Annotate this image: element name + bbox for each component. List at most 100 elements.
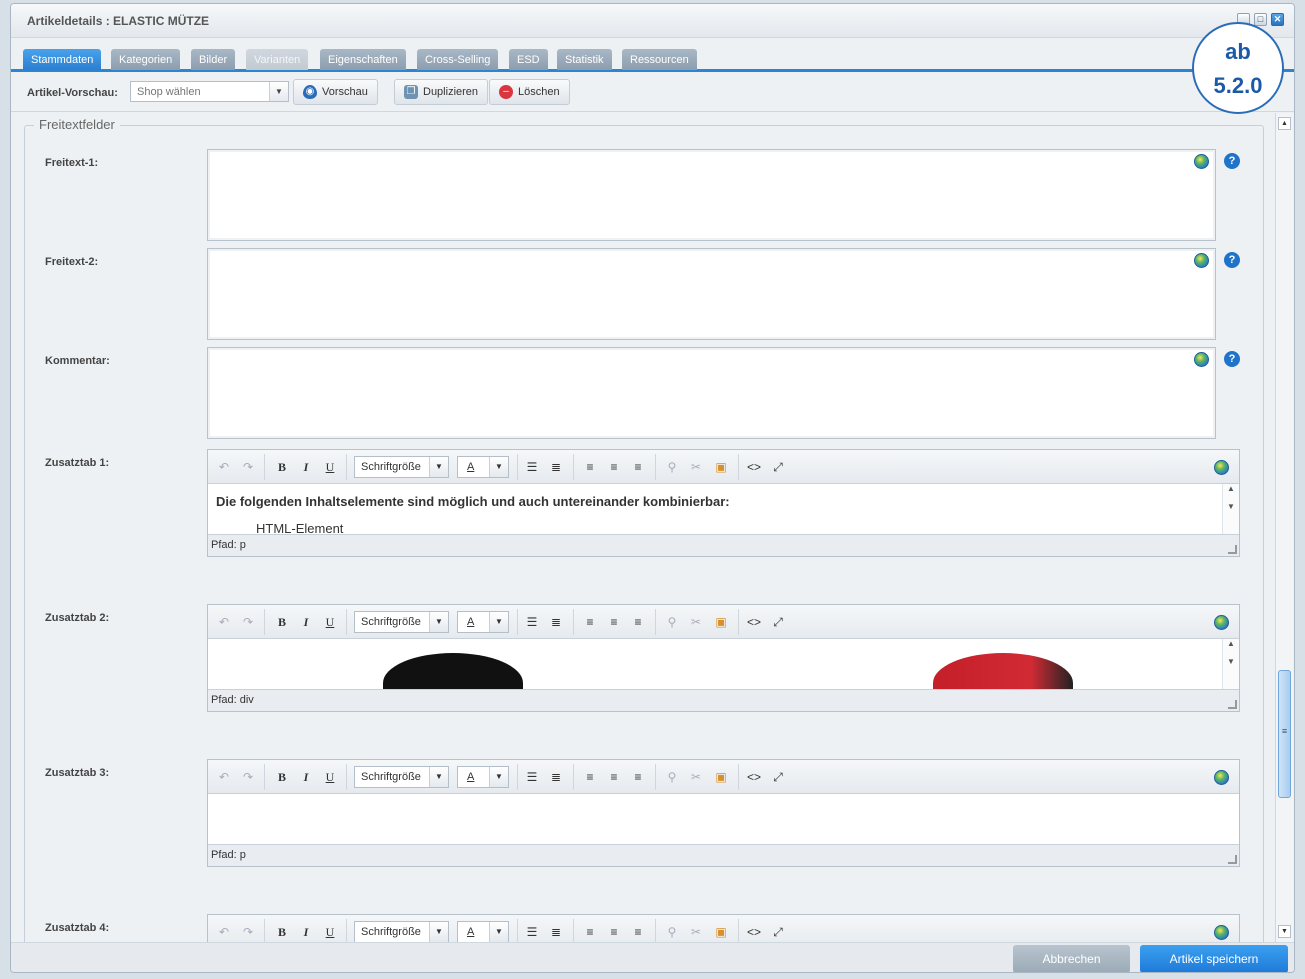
- align-left-icon[interactable]: ≡: [582, 924, 598, 940]
- chevron-down-icon[interactable]: ▼: [429, 457, 448, 477]
- form-scrollbar[interactable]: ▲ ≡ ▼: [1275, 113, 1293, 942]
- fullscreen-icon[interactable]: ⤢: [770, 924, 786, 940]
- underline-button[interactable]: U: [322, 459, 338, 475]
- font-color-select[interactable]: A ▼: [457, 766, 509, 788]
- align-center-icon[interactable]: ≡: [606, 769, 622, 785]
- align-right-icon[interactable]: ≡: [630, 769, 646, 785]
- italic-button[interactable]: I: [298, 924, 314, 940]
- align-left-icon[interactable]: ≡: [582, 459, 598, 475]
- tab-cross-selling[interactable]: Cross-Selling: [417, 49, 499, 70]
- zusatztab-4-editor[interactable]: ↶ ↷ B I U Schriftgröße ▼ A ▼ ☰ ≣ ≡ ≡ ≡ ⚲…: [207, 914, 1240, 942]
- align-left-icon[interactable]: ≡: [582, 769, 598, 785]
- align-right-icon[interactable]: ≡: [630, 924, 646, 940]
- code-icon[interactable]: <>: [746, 769, 762, 785]
- editor-scrollbar[interactable]: ▲ ▼: [1222, 484, 1239, 534]
- redo-icon[interactable]: ↷: [240, 459, 256, 475]
- maximize-button[interactable]: □: [1254, 13, 1267, 26]
- bold-button[interactable]: B: [274, 924, 290, 940]
- numbered-list-icon[interactable]: ≣: [548, 769, 564, 785]
- italic-button[interactable]: I: [298, 459, 314, 475]
- italic-button[interactable]: I: [298, 614, 314, 630]
- tab-stammdaten[interactable]: Stammdaten: [23, 49, 102, 70]
- code-icon[interactable]: <>: [746, 459, 762, 475]
- undo-icon[interactable]: ↶: [216, 924, 232, 940]
- chevron-down-icon[interactable]: ▼: [429, 767, 448, 787]
- delete-button[interactable]: – Löschen: [489, 79, 570, 105]
- link-icon[interactable]: ⚲: [664, 924, 680, 940]
- zusatztab-3-editor[interactable]: ↶ ↷ B I U Schriftgröße ▼ A ▼ ☰ ≣ ≡ ≡ ≡ ⚲…: [207, 759, 1240, 867]
- bold-button[interactable]: B: [274, 459, 290, 475]
- font-color-select[interactable]: A ▼: [457, 611, 509, 633]
- save-article-button[interactable]: Artikel speichern: [1140, 945, 1288, 972]
- chevron-down-icon[interactable]: ▼: [269, 82, 288, 101]
- undo-icon[interactable]: ↶: [216, 614, 232, 630]
- chevron-down-icon[interactable]: ▼: [489, 767, 508, 787]
- font-color-select[interactable]: A ▼: [457, 921, 509, 942]
- editor-scrollbar[interactable]: ▲ ▼: [1222, 639, 1239, 689]
- undo-icon[interactable]: ↶: [216, 769, 232, 785]
- resize-handle[interactable]: [1228, 545, 1237, 554]
- fullscreen-icon[interactable]: ⤢: [770, 769, 786, 785]
- redo-icon[interactable]: ↷: [240, 924, 256, 940]
- numbered-list-icon[interactable]: ≣: [548, 459, 564, 475]
- globe-icon[interactable]: [1194, 154, 1209, 169]
- chevron-down-icon[interactable]: ▼: [429, 612, 448, 632]
- font-size-select[interactable]: Schriftgröße ▼: [354, 456, 449, 478]
- align-left-icon[interactable]: ≡: [582, 614, 598, 630]
- link-icon[interactable]: ⚲: [664, 614, 680, 630]
- font-size-select[interactable]: Schriftgröße ▼: [354, 921, 449, 942]
- form-content[interactable]: Freitextfelder Freitext-1: ? Freitext-2:…: [11, 113, 1275, 942]
- help-icon[interactable]: ?: [1224, 153, 1240, 169]
- scroll-down-icon[interactable]: ▼: [1278, 925, 1291, 938]
- chevron-down-icon[interactable]: ▼: [429, 922, 448, 942]
- bullet-list-icon[interactable]: ☰: [524, 769, 540, 785]
- freitext-2-input[interactable]: [207, 248, 1216, 340]
- bullet-list-icon[interactable]: ☰: [524, 924, 540, 940]
- help-icon[interactable]: ?: [1224, 252, 1240, 268]
- cancel-button[interactable]: Abbrechen: [1013, 945, 1130, 972]
- undo-icon[interactable]: ↶: [216, 459, 232, 475]
- align-center-icon[interactable]: ≡: [606, 924, 622, 940]
- unlink-icon[interactable]: ✂: [688, 614, 704, 630]
- globe-icon[interactable]: [1214, 460, 1229, 475]
- shop-select[interactable]: ▼: [130, 81, 289, 102]
- kommentar-input[interactable]: [207, 347, 1216, 439]
- globe-icon[interactable]: [1214, 770, 1229, 785]
- code-icon[interactable]: <>: [746, 614, 762, 630]
- code-icon[interactable]: <>: [746, 924, 762, 940]
- unlink-icon[interactable]: ✂: [688, 924, 704, 940]
- chevron-down-icon[interactable]: ▼: [489, 922, 508, 942]
- zusatztab-1-editor[interactable]: ↶ ↷ B I U Schriftgröße ▼ A ▼ ☰ ≣ ≡ ≡ ≡ ⚲…: [207, 449, 1240, 557]
- chevron-down-icon[interactable]: ▼: [489, 612, 508, 632]
- tab-esd[interactable]: ESD: [509, 49, 548, 70]
- fullscreen-icon[interactable]: ⤢: [770, 614, 786, 630]
- resize-handle[interactable]: [1228, 855, 1237, 864]
- close-button[interactable]: ✕: [1271, 13, 1284, 26]
- bold-button[interactable]: B: [274, 769, 290, 785]
- align-right-icon[interactable]: ≡: [630, 614, 646, 630]
- media-icon[interactable]: ▣: [713, 924, 729, 940]
- font-size-select[interactable]: Schriftgröße ▼: [354, 766, 449, 788]
- align-center-icon[interactable]: ≡: [606, 614, 622, 630]
- scrollbar-thumb[interactable]: ≡: [1278, 670, 1291, 798]
- chevron-down-icon[interactable]: ▼: [489, 457, 508, 477]
- zusatztab-2-editor[interactable]: ↶ ↷ B I U Schriftgröße ▼ A ▼ ☰ ≣ ≡ ≡ ≡ ⚲…: [207, 604, 1240, 712]
- bullet-list-icon[interactable]: ☰: [524, 459, 540, 475]
- freitext-1-input[interactable]: [207, 149, 1216, 241]
- font-size-select[interactable]: Schriftgröße ▼: [354, 611, 449, 633]
- unlink-icon[interactable]: ✂: [688, 769, 704, 785]
- fullscreen-icon[interactable]: ⤢: [770, 459, 786, 475]
- media-icon[interactable]: ▣: [713, 459, 729, 475]
- underline-button[interactable]: U: [322, 614, 338, 630]
- globe-icon[interactable]: [1214, 615, 1229, 630]
- link-icon[interactable]: ⚲: [664, 769, 680, 785]
- duplicate-button[interactable]: ❐ Duplizieren: [394, 79, 489, 105]
- scroll-up-icon[interactable]: ▲: [1278, 117, 1291, 130]
- numbered-list-icon[interactable]: ≣: [548, 924, 564, 940]
- editor-content[interactable]: Die folgenden Inhaltselemente sind mögli…: [208, 484, 1222, 534]
- redo-icon[interactable]: ↷: [240, 614, 256, 630]
- tab-eigenschaften[interactable]: Eigenschaften: [320, 49, 406, 70]
- align-center-icon[interactable]: ≡: [606, 459, 622, 475]
- tab-kategorien[interactable]: Kategorien: [111, 49, 181, 70]
- shop-select-input[interactable]: [131, 82, 269, 101]
